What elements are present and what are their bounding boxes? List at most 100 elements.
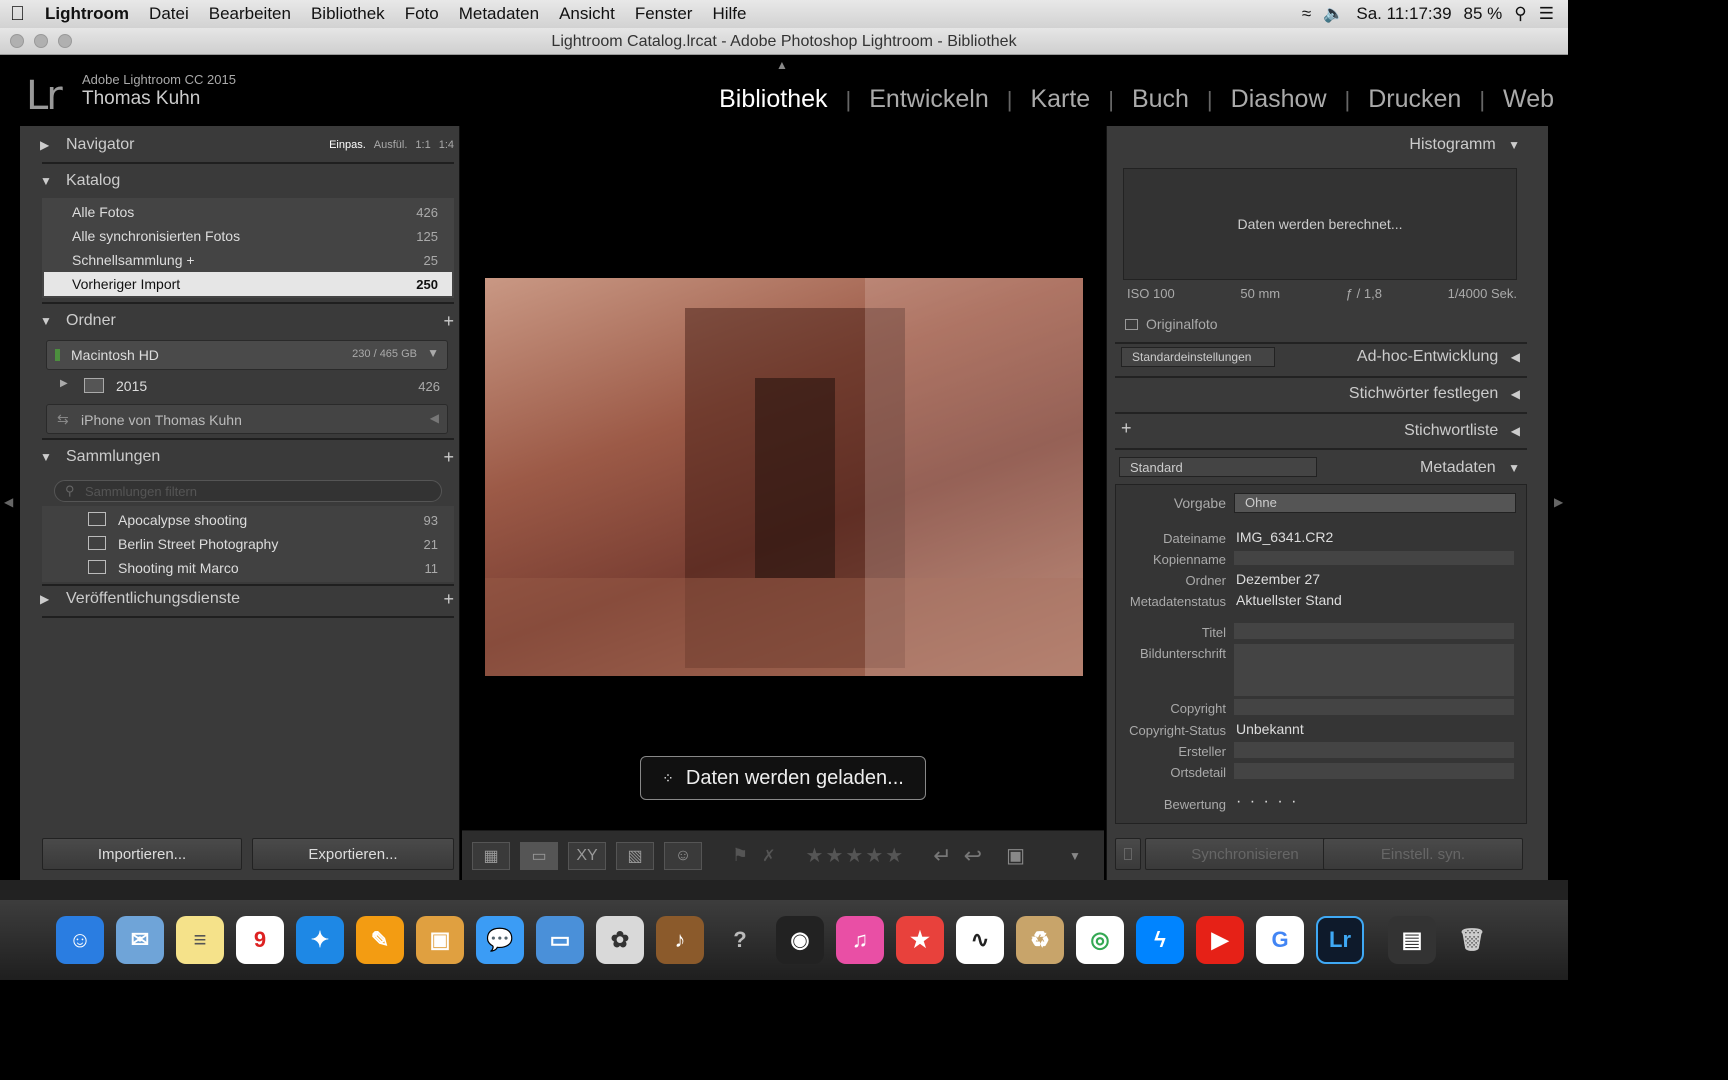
- chrome-icon[interactable]: ◎: [1076, 916, 1124, 964]
- people-view-icon[interactable]: ☺: [664, 841, 702, 870]
- add-folder-icon[interactable]: +: [443, 311, 454, 332]
- field-value[interactable]: [1234, 763, 1514, 779]
- expand-icon[interactable]: ▶: [60, 378, 68, 389]
- zoom-fill[interactable]: Ausfül.: [374, 139, 408, 151]
- preview-icon[interactable]: ▣: [416, 916, 464, 964]
- sync-button[interactable]: Synchronisieren: [1145, 838, 1345, 870]
- field-value[interactable]: [1234, 551, 1514, 565]
- messages-icon[interactable]: 💬: [476, 916, 524, 964]
- module-drucken[interactable]: Drucken: [1350, 85, 1479, 114]
- photos-icon[interactable]: ✿: [596, 916, 644, 964]
- catalog-header[interactable]: ▼ Katalog: [40, 164, 454, 198]
- field-value[interactable]: IMG_6341.CR2: [1234, 529, 1514, 547]
- volume-menu-icon[interactable]: ▼: [427, 346, 439, 360]
- histogram-header[interactable]: Histogramm ▼: [1409, 136, 1520, 154]
- messenger-icon[interactable]: ϟ: [1136, 916, 1184, 964]
- youtube-icon[interactable]: ▶: [1196, 916, 1244, 964]
- menu-datei[interactable]: Datei: [139, 4, 199, 24]
- catalog-item[interactable]: Alle Fotos 426: [44, 200, 452, 224]
- pages-icon[interactable]: ✎: [356, 916, 404, 964]
- google-icon[interactable]: G: [1256, 916, 1304, 964]
- field-value[interactable]: [1234, 623, 1514, 639]
- grid-view-icon[interactable]: ▦: [472, 841, 510, 870]
- star-rating[interactable]: ★★★★★: [806, 843, 906, 868]
- catalog-item[interactable]: Alle synchronisierten Fotos 125: [44, 224, 452, 248]
- navigator-header[interactable]: ▶ Navigator Einpas. Ausfül. 1:1 1:4: [40, 128, 454, 162]
- app-menu[interactable]: Lightroom: [35, 4, 139, 24]
- menu-fenster[interactable]: Fenster: [625, 4, 703, 24]
- quick-develop-header[interactable]: Ad-hoc-Entwicklung ◀: [1357, 348, 1520, 366]
- catalog-item-selected[interactable]: Vorheriger Import 250: [44, 272, 452, 296]
- collection-filter[interactable]: ⚲ Sammlungen filtern: [54, 480, 442, 502]
- downloads-stack-icon[interactable]: ▤: [1388, 916, 1436, 964]
- field-value[interactable]: Unbekannt: [1234, 721, 1514, 739]
- rotate-right-icon[interactable]: ↩: [964, 843, 982, 869]
- bookmarks-icon[interactable]: ★: [896, 916, 944, 964]
- volume-icon[interactable]: 🔈: [1323, 4, 1344, 24]
- filmstrip-handle[interactable]: [0, 880, 1568, 900]
- field-value[interactable]: Aktuellster Stand: [1234, 592, 1514, 610]
- keywording-header[interactable]: Stichwörter festlegen ◀: [1349, 385, 1520, 403]
- sync-toggle[interactable]: [1115, 838, 1141, 870]
- reject-flag-icon[interactable]: ✗: [762, 846, 775, 866]
- module-web[interactable]: Web: [1485, 85, 1554, 114]
- module-buch[interactable]: Buch: [1114, 85, 1207, 114]
- survey-view-icon[interactable]: ▧: [616, 841, 654, 870]
- folder-row[interactable]: ▶ 2015 426: [60, 376, 440, 398]
- zoom-1-4[interactable]: 1:4: [439, 139, 454, 151]
- notification-icon[interactable]: ☰: [1539, 4, 1554, 24]
- battery-status[interactable]: 85 %: [1464, 4, 1503, 24]
- field-value[interactable]: [1234, 699, 1514, 715]
- safari-icon[interactable]: ✦: [296, 916, 344, 964]
- field-value[interactable]: [1234, 742, 1514, 758]
- help-icon[interactable]: ?: [716, 916, 764, 964]
- right-panel-toggle-icon[interactable]: ▶: [1554, 495, 1563, 509]
- menu-foto[interactable]: Foto: [395, 4, 449, 24]
- photo-preview[interactable]: [485, 278, 1083, 676]
- menu-ansicht[interactable]: Ansicht: [549, 4, 625, 24]
- camera-icon[interactable]: ◉: [776, 916, 824, 964]
- module-bibliothek[interactable]: Bibliothek: [701, 85, 845, 114]
- apple-icon[interactable]: : [0, 3, 35, 26]
- rating-value[interactable]: · · · · ·: [1234, 793, 1514, 811]
- menu-bearbeiten[interactable]: Bearbeiten: [199, 4, 301, 24]
- zoom-button[interactable]: [58, 34, 72, 48]
- add-keyword-icon[interactable]: +: [1121, 418, 1132, 439]
- checkbox-icon[interactable]: [1125, 318, 1138, 330]
- wunderlist-icon[interactable]: ∿: [956, 916, 1004, 964]
- sync-settings-button[interactable]: Einstell. syn.: [1323, 838, 1523, 870]
- collections-header[interactable]: ▼ Sammlungen +: [40, 440, 454, 474]
- spotlight-icon[interactable]: ⚲: [1514, 4, 1526, 24]
- module-karte[interactable]: Karte: [1012, 85, 1108, 114]
- vorgabe-select[interactable]: Ohne: [1234, 493, 1516, 513]
- wifi-icon[interactable]: ≈: [1302, 4, 1311, 24]
- zoom-fit[interactable]: Einpas.: [329, 139, 366, 151]
- keyword-list-header[interactable]: Stichwortliste ◀: [1404, 422, 1520, 440]
- mail-icon[interactable]: ✉: [116, 916, 164, 964]
- loupe-view-icon[interactable]: ▭: [520, 841, 558, 870]
- compare-view-icon[interactable]: XY: [568, 841, 606, 870]
- quick-develop-preset[interactable]: Standardeinstellungen: [1121, 347, 1275, 367]
- original-photo-toggle[interactable]: Originalfoto: [1125, 316, 1218, 332]
- device-menu-icon[interactable]: ◀: [430, 411, 439, 425]
- zoom-1-1[interactable]: 1:1: [415, 139, 430, 151]
- lightroom-dock-icon[interactable]: Lr: [1316, 916, 1364, 964]
- device-row[interactable]: ⇆ iPhone von Thomas Kuhn ◀: [46, 404, 448, 434]
- keynote-icon[interactable]: ▭: [536, 916, 584, 964]
- top-panel-toggle-icon[interactable]: ▲: [776, 58, 788, 72]
- notes-icon[interactable]: ≡: [176, 916, 224, 964]
- rotate-left-icon[interactable]: ↵: [933, 843, 951, 869]
- garageband-icon[interactable]: ♪: [656, 916, 704, 964]
- itunes-icon[interactable]: ♫: [836, 916, 884, 964]
- field-value[interactable]: [1234, 644, 1514, 696]
- catalog-item[interactable]: Schnellsammlung + 25: [44, 248, 452, 272]
- add-collection-icon[interactable]: +: [443, 447, 454, 468]
- metadata-header[interactable]: Metadaten ▼: [1420, 459, 1520, 477]
- field-value[interactable]: Dezember 27: [1234, 571, 1514, 589]
- calendar-icon[interactable]: 9: [236, 916, 284, 964]
- toolbar-menu-icon[interactable]: ▼: [1069, 849, 1081, 863]
- metadata-view-select[interactable]: Standard: [1119, 457, 1317, 477]
- minimize-button[interactable]: [34, 34, 48, 48]
- module-entwickeln[interactable]: Entwickeln: [851, 85, 1007, 114]
- import-button[interactable]: Importieren...: [42, 838, 242, 870]
